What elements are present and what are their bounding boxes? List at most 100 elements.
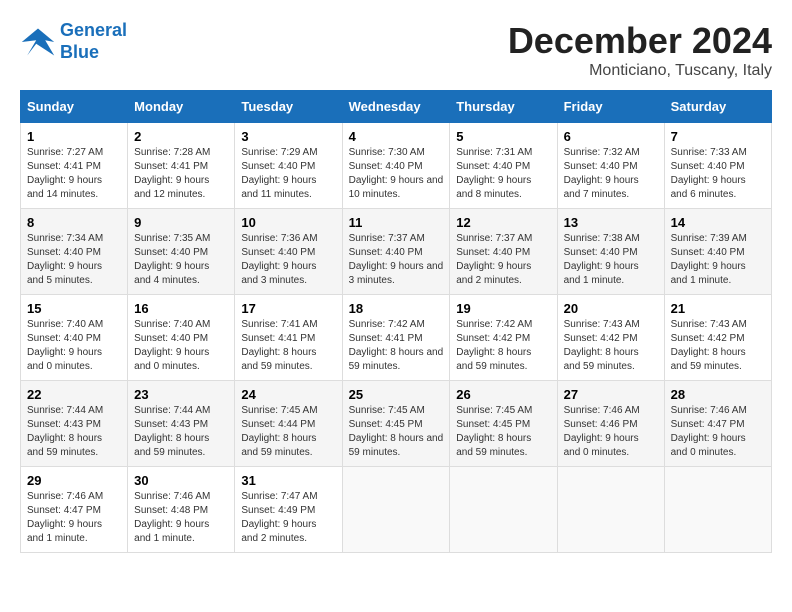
cell-info: Sunrise: 7:38 AMSunset: 4:40 PMDaylight:… xyxy=(564,233,640,286)
calendar-cell: 5 Sunrise: 7:31 AMSunset: 4:40 PMDayligh… xyxy=(450,123,557,209)
day-number: 21 xyxy=(671,301,765,316)
day-number: 13 xyxy=(564,215,658,230)
calendar-cell: 27 Sunrise: 7:46 AMSunset: 4:46 PMDaylig… xyxy=(557,381,664,467)
cell-info: Sunrise: 7:30 AMSunset: 4:40 PMDaylight:… xyxy=(349,147,444,200)
calendar-table: SundayMondayTuesdayWednesdayThursdayFrid… xyxy=(20,90,772,553)
calendar-cell: 7 Sunrise: 7:33 AMSunset: 4:40 PMDayligh… xyxy=(664,123,771,209)
cell-info: Sunrise: 7:33 AMSunset: 4:40 PMDaylight:… xyxy=(671,147,747,200)
calendar-week-4: 22 Sunrise: 7:44 AMSunset: 4:43 PMDaylig… xyxy=(21,381,772,467)
title-section: December 2024 Monticiano, Tuscany, Italy xyxy=(508,20,772,80)
calendar-cell: 9 Sunrise: 7:35 AMSunset: 4:40 PMDayligh… xyxy=(128,209,235,295)
calendar-week-1: 1 Sunrise: 7:27 AMSunset: 4:41 PMDayligh… xyxy=(21,123,772,209)
day-number: 8 xyxy=(27,215,121,230)
logo: General Blue xyxy=(20,20,127,63)
cell-info: Sunrise: 7:47 AMSunset: 4:49 PMDaylight:… xyxy=(241,491,317,544)
calendar-cell xyxy=(450,467,557,553)
day-number: 7 xyxy=(671,129,765,144)
day-number: 18 xyxy=(349,301,444,316)
day-number: 16 xyxy=(134,301,228,316)
cell-info: Sunrise: 7:46 AMSunset: 4:47 PMDaylight:… xyxy=(27,491,103,544)
calendar-cell: 30 Sunrise: 7:46 AMSunset: 4:48 PMDaylig… xyxy=(128,467,235,553)
cell-info: Sunrise: 7:35 AMSunset: 4:40 PMDaylight:… xyxy=(134,233,210,286)
cell-info: Sunrise: 7:27 AMSunset: 4:41 PMDaylight:… xyxy=(27,147,103,200)
cell-info: Sunrise: 7:34 AMSunset: 4:40 PMDaylight:… xyxy=(27,233,103,286)
cell-info: Sunrise: 7:28 AMSunset: 4:41 PMDaylight:… xyxy=(134,147,210,200)
calendar-cell: 17 Sunrise: 7:41 AMSunset: 4:41 PMDaylig… xyxy=(235,295,342,381)
cell-info: Sunrise: 7:31 AMSunset: 4:40 PMDaylight:… xyxy=(456,147,532,200)
cell-info: Sunrise: 7:46 AMSunset: 4:46 PMDaylight:… xyxy=(564,405,640,458)
calendar-cell: 29 Sunrise: 7:46 AMSunset: 4:47 PMDaylig… xyxy=(21,467,128,553)
day-number: 2 xyxy=(134,129,228,144)
cell-info: Sunrise: 7:37 AMSunset: 4:40 PMDaylight:… xyxy=(349,233,444,286)
day-header-saturday: Saturday xyxy=(664,91,771,123)
day-number: 14 xyxy=(671,215,765,230)
cell-info: Sunrise: 7:45 AMSunset: 4:45 PMDaylight:… xyxy=(456,405,532,458)
calendar-cell: 13 Sunrise: 7:38 AMSunset: 4:40 PMDaylig… xyxy=(557,209,664,295)
calendar-cell: 15 Sunrise: 7:40 AMSunset: 4:40 PMDaylig… xyxy=(21,295,128,381)
logo-text: General Blue xyxy=(60,20,127,63)
cell-info: Sunrise: 7:44 AMSunset: 4:43 PMDaylight:… xyxy=(27,405,103,458)
calendar-cell: 20 Sunrise: 7:43 AMSunset: 4:42 PMDaylig… xyxy=(557,295,664,381)
day-number: 23 xyxy=(134,387,228,402)
cell-info: Sunrise: 7:36 AMSunset: 4:40 PMDaylight:… xyxy=(241,233,317,286)
day-number: 22 xyxy=(27,387,121,402)
cell-info: Sunrise: 7:29 AMSunset: 4:40 PMDaylight:… xyxy=(241,147,317,200)
calendar-cell: 2 Sunrise: 7:28 AMSunset: 4:41 PMDayligh… xyxy=(128,123,235,209)
day-number: 9 xyxy=(134,215,228,230)
calendar-cell: 4 Sunrise: 7:30 AMSunset: 4:40 PMDayligh… xyxy=(342,123,450,209)
cell-info: Sunrise: 7:40 AMSunset: 4:40 PMDaylight:… xyxy=(134,319,210,372)
calendar-cell xyxy=(342,467,450,553)
cell-info: Sunrise: 7:42 AMSunset: 4:42 PMDaylight:… xyxy=(456,319,532,372)
cell-info: Sunrise: 7:40 AMSunset: 4:40 PMDaylight:… xyxy=(27,319,103,372)
calendar-cell: 28 Sunrise: 7:46 AMSunset: 4:47 PMDaylig… xyxy=(664,381,771,467)
cell-info: Sunrise: 7:46 AMSunset: 4:47 PMDaylight:… xyxy=(671,405,747,458)
day-number: 4 xyxy=(349,129,444,144)
day-number: 3 xyxy=(241,129,335,144)
cell-info: Sunrise: 7:43 AMSunset: 4:42 PMDaylight:… xyxy=(671,319,747,372)
cell-info: Sunrise: 7:39 AMSunset: 4:40 PMDaylight:… xyxy=(671,233,747,286)
day-number: 31 xyxy=(241,473,335,488)
calendar-cell: 22 Sunrise: 7:44 AMSunset: 4:43 PMDaylig… xyxy=(21,381,128,467)
day-header-thursday: Thursday xyxy=(450,91,557,123)
calendar-cell xyxy=(557,467,664,553)
calendar-week-5: 29 Sunrise: 7:46 AMSunset: 4:47 PMDaylig… xyxy=(21,467,772,553)
header-row: SundayMondayTuesdayWednesdayThursdayFrid… xyxy=(21,91,772,123)
day-number: 5 xyxy=(456,129,550,144)
cell-info: Sunrise: 7:45 AMSunset: 4:45 PMDaylight:… xyxy=(349,405,444,458)
day-number: 1 xyxy=(27,129,121,144)
calendar-cell: 12 Sunrise: 7:37 AMSunset: 4:40 PMDaylig… xyxy=(450,209,557,295)
cell-info: Sunrise: 7:37 AMSunset: 4:40 PMDaylight:… xyxy=(456,233,532,286)
calendar-cell: 3 Sunrise: 7:29 AMSunset: 4:40 PMDayligh… xyxy=(235,123,342,209)
calendar-cell: 6 Sunrise: 7:32 AMSunset: 4:40 PMDayligh… xyxy=(557,123,664,209)
day-header-monday: Monday xyxy=(128,91,235,123)
day-number: 30 xyxy=(134,473,228,488)
day-number: 11 xyxy=(349,215,444,230)
calendar-week-2: 8 Sunrise: 7:34 AMSunset: 4:40 PMDayligh… xyxy=(21,209,772,295)
cell-info: Sunrise: 7:42 AMSunset: 4:41 PMDaylight:… xyxy=(349,319,444,372)
cell-info: Sunrise: 7:32 AMSunset: 4:40 PMDaylight:… xyxy=(564,147,640,200)
calendar-cell: 21 Sunrise: 7:43 AMSunset: 4:42 PMDaylig… xyxy=(664,295,771,381)
calendar-cell: 16 Sunrise: 7:40 AMSunset: 4:40 PMDaylig… xyxy=(128,295,235,381)
calendar-cell: 19 Sunrise: 7:42 AMSunset: 4:42 PMDaylig… xyxy=(450,295,557,381)
logo-icon xyxy=(20,24,56,60)
calendar-cell: 23 Sunrise: 7:44 AMSunset: 4:43 PMDaylig… xyxy=(128,381,235,467)
day-number: 27 xyxy=(564,387,658,402)
calendar-cell: 26 Sunrise: 7:45 AMSunset: 4:45 PMDaylig… xyxy=(450,381,557,467)
calendar-cell: 18 Sunrise: 7:42 AMSunset: 4:41 PMDaylig… xyxy=(342,295,450,381)
cell-info: Sunrise: 7:43 AMSunset: 4:42 PMDaylight:… xyxy=(564,319,640,372)
location-title: Monticiano, Tuscany, Italy xyxy=(508,62,772,80)
cell-info: Sunrise: 7:44 AMSunset: 4:43 PMDaylight:… xyxy=(134,405,210,458)
cell-info: Sunrise: 7:45 AMSunset: 4:44 PMDaylight:… xyxy=(241,405,317,458)
day-header-sunday: Sunday xyxy=(21,91,128,123)
day-number: 24 xyxy=(241,387,335,402)
day-number: 6 xyxy=(564,129,658,144)
calendar-cell: 25 Sunrise: 7:45 AMSunset: 4:45 PMDaylig… xyxy=(342,381,450,467)
day-header-tuesday: Tuesday xyxy=(235,91,342,123)
day-header-friday: Friday xyxy=(557,91,664,123)
calendar-week-3: 15 Sunrise: 7:40 AMSunset: 4:40 PMDaylig… xyxy=(21,295,772,381)
day-number: 28 xyxy=(671,387,765,402)
calendar-cell: 31 Sunrise: 7:47 AMSunset: 4:49 PMDaylig… xyxy=(235,467,342,553)
month-title: December 2024 xyxy=(508,20,772,62)
day-number: 26 xyxy=(456,387,550,402)
day-number: 17 xyxy=(241,301,335,316)
